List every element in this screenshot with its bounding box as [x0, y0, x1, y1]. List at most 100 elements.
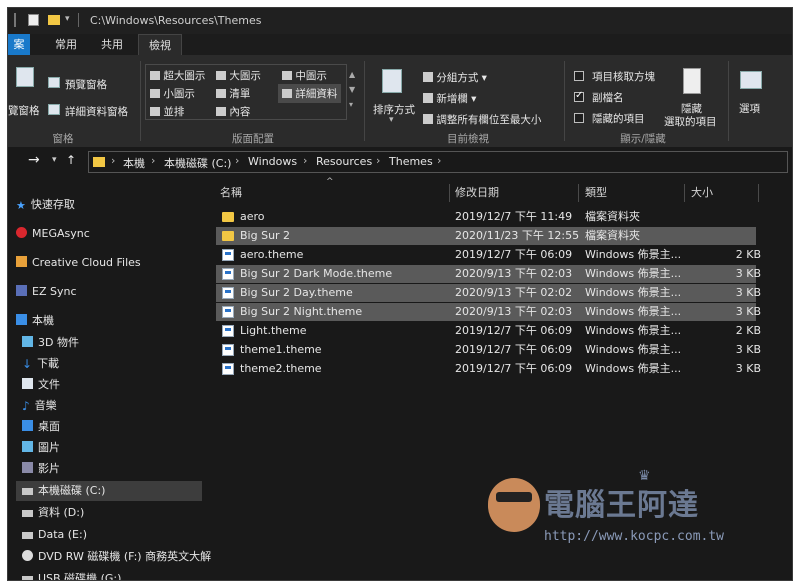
details-pane-button[interactable]: 詳細資料窗格: [65, 104, 128, 119]
address-bar[interactable]: › 本機 › 本機磁碟 (C:) › Windows › Resources ›…: [88, 151, 788, 173]
sort-by-button[interactable]: 排序方式: [373, 102, 415, 117]
item-checkboxes-label[interactable]: 項目核取方塊: [592, 69, 655, 84]
picture-icon: [22, 441, 33, 452]
forward-arrow-icon[interactable]: →: [28, 152, 40, 168]
file-row[interactable]: Big Sur 2 Night.theme 2020/9/13 下午 02:03 W…: [216, 303, 761, 321]
layout-large-icons[interactable]: 大圖示: [216, 68, 261, 83]
sidebar-item-desktop[interactable]: 桌面: [22, 417, 60, 437]
current-view-group-label: 目前檢視: [447, 133, 489, 145]
group-by-icon: [423, 72, 433, 82]
layout-list[interactable]: 清單: [216, 86, 250, 101]
layout-medium-icons[interactable]: 中圖示: [282, 68, 327, 83]
sidebar-item-label: USB 磁碟機 (G:): [38, 572, 122, 581]
breadcrumb-item[interactable]: Windows: [248, 155, 297, 168]
file-date-cell: 2019/12/7 下午 06:09: [455, 324, 573, 337]
sort-dropdown-icon[interactable]: ▾: [389, 115, 394, 125]
breadcrumb-separator[interactable]: ›: [437, 154, 441, 167]
tab-home[interactable]: 常用: [46, 34, 86, 55]
sidebar-item-megasync[interactable]: MEGAsync: [16, 224, 90, 244]
file-row[interactable]: Light.theme 2019/12/7 下午 06:09 Windows 佈景主…: [216, 322, 761, 340]
watermark-url: http://www.kocpc.com.tw: [544, 529, 725, 544]
file-date-cell: 2020/9/13 下午 02:02: [455, 286, 573, 299]
layout-details[interactable]: 詳細資料: [278, 84, 342, 103]
quick-access-dropdown-icon[interactable]: ▾: [65, 14, 70, 24]
hidden-items-label[interactable]: 隱藏的項目: [592, 111, 645, 126]
column-header-date[interactable]: 修改日期: [455, 182, 499, 204]
file-date-cell: 2019/12/7 下午 06:09: [455, 362, 573, 375]
tab-file[interactable]: 案: [8, 34, 30, 55]
mascot-glasses-icon: [496, 492, 532, 502]
group-by-button[interactable]: 分組方式 ▾: [423, 70, 487, 85]
breadcrumb-separator[interactable]: ›: [151, 154, 155, 167]
options-button[interactable]: 選項: [739, 101, 760, 116]
column-header-size[interactable]: 大小: [691, 182, 713, 204]
column-separator[interactable]: [758, 184, 759, 202]
preview-pane-button[interactable]: 預覽窗格: [65, 77, 107, 92]
breadcrumb-separator[interactable]: ›: [235, 154, 239, 167]
file-extensions-checkbox[interactable]: ✓: [574, 90, 584, 102]
sidebar-item-creative-cloud[interactable]: Creative Cloud Files: [16, 253, 141, 273]
column-separator[interactable]: [578, 184, 579, 202]
layout-scroll-arrows[interactable]: ▲ ▼ ▾: [349, 67, 355, 112]
up-arrow-icon[interactable]: ↑: [66, 153, 76, 167]
sidebar-item-ez-sync[interactable]: EZ Sync: [16, 282, 77, 302]
item-checkboxes-checkbox[interactable]: [574, 71, 584, 81]
sidebar-item-documents[interactable]: 文件: [22, 375, 60, 395]
file-row[interactable]: theme1.theme 2019/12/7 下午 06:09 Windows 佈景…: [216, 341, 761, 359]
sidebar-item-label: 圖片: [38, 441, 60, 454]
sidebar-item-drive-d[interactable]: 資料 (D:): [22, 503, 84, 523]
sidebar-item-drive-c[interactable]: 本機磁碟 (C:): [16, 481, 202, 501]
recent-locations-icon[interactable]: ▾: [52, 155, 57, 165]
add-columns-button[interactable]: 新增欄 ▾: [423, 91, 476, 106]
breadcrumb-item[interactable]: 本機: [123, 155, 145, 171]
theme-file-icon: [222, 325, 234, 337]
sidebar-item-pictures[interactable]: 圖片: [22, 438, 60, 458]
breadcrumb-item[interactable]: Resources: [316, 155, 372, 168]
hidden-items-checkbox[interactable]: [574, 113, 584, 123]
breadcrumb-separator[interactable]: ›: [303, 154, 307, 167]
file-type-cell: Windows 佈景主...: [585, 305, 682, 318]
sidebar-item-this-pc[interactable]: 本機: [16, 311, 54, 331]
breadcrumb-separator[interactable]: ›: [376, 154, 380, 167]
navigation-pane-icon[interactable]: [16, 67, 34, 87]
layout-item-label: 小圖示: [163, 88, 195, 100]
sidebar-item-3d-objects[interactable]: 3D 物件: [22, 333, 79, 353]
title-separator: [78, 13, 79, 27]
layout-tiles[interactable]: 並排: [150, 104, 184, 119]
sidebar-item-downloads[interactable]: ↓ 下載: [22, 354, 59, 374]
file-extensions-label[interactable]: 副檔名: [592, 90, 624, 105]
group-separator: [140, 61, 141, 141]
column-separator[interactable]: [684, 184, 685, 202]
mascot-face-icon: [488, 478, 540, 532]
file-row[interactable]: Big Sur 2 2020/11/23 下午 12:55 檔案資料夾: [216, 227, 756, 245]
navigation-pane-button[interactable]: 覽窗格: [8, 103, 40, 118]
sidebar-item-quick-access[interactable]: ★ 快速存取: [16, 195, 75, 215]
breadcrumb-separator[interactable]: ›: [111, 154, 115, 167]
hide-selected-label-2[interactable]: 選取的項目: [664, 114, 717, 129]
sidebar-item-videos[interactable]: 影片: [22, 459, 60, 479]
sidebar-item-drive-g[interactable]: USB 磁碟機 (G:): [22, 569, 122, 581]
tab-view[interactable]: 檢視: [138, 34, 182, 55]
layout-content[interactable]: 內容: [216, 104, 250, 119]
file-row[interactable]: theme2.theme 2019/12/7 下午 06:09 Windows 佈景…: [216, 360, 761, 378]
breadcrumb-item[interactable]: 本機磁碟 (C:): [164, 155, 231, 171]
file-row[interactable]: Big Sur 2 Dark Mode.theme 2020/9/13 下午 02…: [216, 265, 761, 283]
dvd-icon: [22, 550, 33, 561]
sidebar-item-drive-f[interactable]: DVD RW 磁碟機 (F:) 商務英文大解: [22, 547, 211, 567]
file-row[interactable]: Big Sur 2 Day.theme 2020/9/13 下午 02:02 Win…: [216, 284, 761, 302]
file-row[interactable]: aero.theme 2019/12/7 下午 06:09 Windows 佈景主.…: [216, 246, 761, 264]
sidebar-item-drive-e[interactable]: Data (E:): [22, 525, 87, 545]
layout-extra-large-icons[interactable]: 超大圖示: [150, 68, 205, 83]
layout-item-label: 超大圖示: [163, 70, 206, 82]
properties-icon[interactable]: [28, 14, 39, 26]
column-header-name[interactable]: 名稱: [220, 182, 242, 204]
sidebar-item-music[interactable]: ♪ 音樂: [22, 396, 57, 416]
layout-small-icons[interactable]: 小圖示: [150, 86, 195, 101]
breadcrumb-item[interactable]: Themes: [389, 155, 433, 168]
column-header-type[interactable]: 類型: [585, 182, 607, 204]
column-separator[interactable]: [449, 184, 450, 202]
file-row[interactable]: aero 2019/12/7 下午 11:49 檔案資料夾: [216, 208, 756, 226]
tab-share[interactable]: 共用: [92, 34, 132, 55]
size-all-columns-button[interactable]: 調整所有欄位至最大小: [423, 112, 541, 127]
new-folder-icon[interactable]: [48, 15, 60, 25]
